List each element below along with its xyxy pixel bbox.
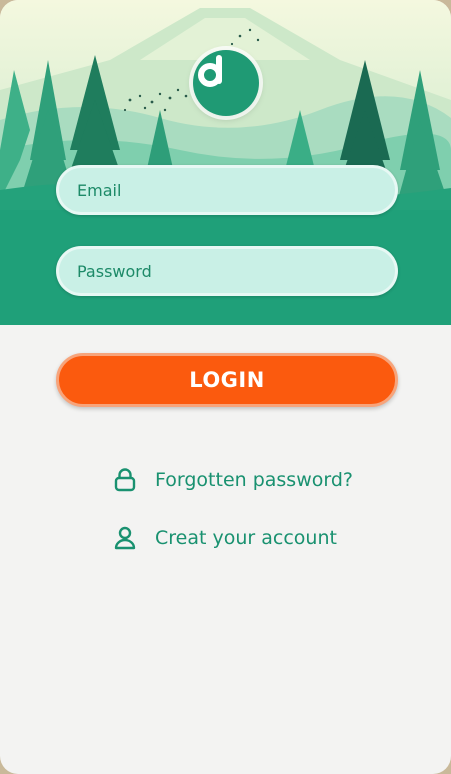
password-input[interactable] bbox=[59, 249, 395, 293]
password-field[interactable] bbox=[56, 246, 398, 296]
forgot-password-link[interactable]: Forgotten password? bbox=[113, 467, 353, 493]
forgot-password-label: Forgotten password? bbox=[155, 469, 353, 491]
email-field[interactable] bbox=[56, 165, 398, 215]
lock-icon bbox=[113, 467, 137, 493]
login-button[interactable]: LOGIN bbox=[56, 353, 398, 407]
app-logo bbox=[193, 50, 259, 116]
app-screen: LOGIN Forgotten password? Creat your acc… bbox=[0, 0, 451, 774]
user-icon bbox=[113, 525, 137, 551]
create-account-link[interactable]: Creat your account bbox=[113, 525, 337, 551]
logo-d-icon bbox=[198, 55, 222, 87]
hero-landscape bbox=[0, 0, 451, 325]
create-account-label: Creat your account bbox=[155, 527, 337, 549]
email-input[interactable] bbox=[59, 168, 395, 212]
